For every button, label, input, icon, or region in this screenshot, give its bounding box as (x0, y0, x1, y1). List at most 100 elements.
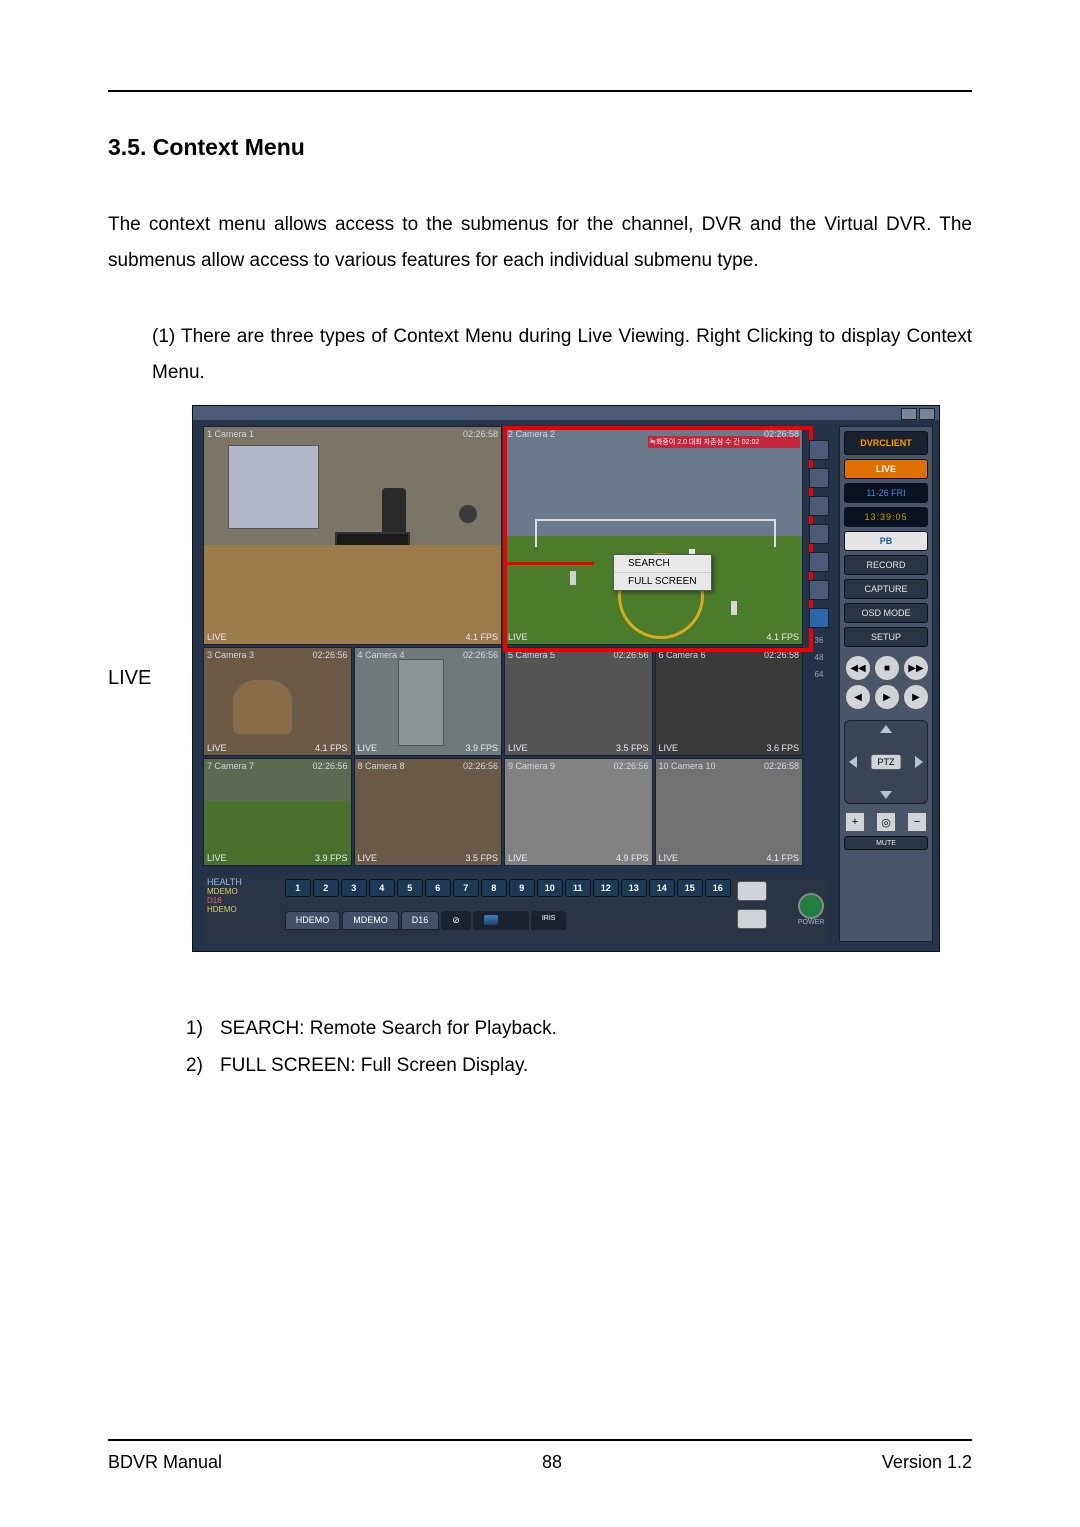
bottom-icons (733, 875, 793, 943)
camera-cell-5[interactable]: 5 Camera 502:26:56 LIVE3.5 FPS (504, 647, 653, 756)
channel-button[interactable]: 4 (369, 879, 395, 897)
camera-cell-7[interactable]: 7 Camera 702:26:56 LIVE3.9 FPS (203, 758, 352, 867)
channel-button[interactable]: 10 (537, 879, 563, 897)
ordered-item-1-number: (1) (152, 326, 175, 347)
channel-button[interactable]: 13 (621, 879, 647, 897)
focus-icon[interactable]: ◎ (876, 812, 896, 832)
time-display: 13:39:05 (844, 507, 928, 527)
iris-slider[interactable] (473, 911, 529, 930)
side-control-panel: DVRCLIENT LIVE 11-26 FRI 13:39:05 PB REC… (839, 426, 933, 942)
ordered-item-1: (1) There are three types of Context Men… (152, 319, 972, 391)
camera-cell-10[interactable]: 10 Camera 1002:26:58 LIVE4.1 FPS (655, 758, 804, 867)
layout-special-icon[interactable] (809, 608, 829, 628)
subitem-1-text: SEARCH: Remote Search for Playback. (220, 1010, 557, 1047)
playback-controls: ◀◀ ■ ▶▶ ◀ ▶ ▶ (845, 655, 927, 710)
keyboard-icon[interactable] (737, 909, 767, 929)
mute-button[interactable]: MUTE (844, 836, 928, 850)
page-footer: BDVR Manual 88 Version 1.2 (108, 1452, 972, 1473)
ptz-right-icon[interactable] (915, 756, 923, 768)
channel-button[interactable]: 6 (425, 879, 451, 897)
iris-label: IRIS (531, 911, 567, 930)
dvr-tab[interactable]: HDEMO (285, 911, 341, 930)
health-panel: HEALTH MDEMO D16 HDEMO (203, 875, 283, 943)
camera-cell-6[interactable]: 6 Camera 602:26:58 LIVE3.6 FPS (655, 647, 804, 756)
footer-right: Version 1.2 (882, 1452, 972, 1473)
annotation-arrow (504, 562, 594, 565)
ptz-down-icon[interactable] (880, 791, 892, 799)
channel-button[interactable]: 9 (509, 879, 535, 897)
stop-icon[interactable]: ■ (874, 655, 900, 681)
rewind-icon[interactable]: ◀ (845, 684, 871, 710)
channel-button[interactable]: 1 (285, 879, 311, 897)
date-display: 11-26 FRI (844, 483, 928, 503)
forward-icon[interactable]: ▶ (903, 684, 929, 710)
footer-page-number: 88 (542, 1452, 562, 1473)
channel-button[interactable]: 5 (397, 879, 423, 897)
channel-button[interactable]: 16 (705, 879, 731, 897)
power-indicator: POWER (793, 875, 829, 943)
layout-2x2-icon[interactable] (809, 468, 829, 488)
layout-sidebar: 36 48 64 (807, 426, 831, 880)
layout-1x1-icon[interactable] (809, 440, 829, 460)
channel-button[interactable]: 15 (677, 879, 703, 897)
dvr-tab[interactable]: MDEMO (342, 911, 399, 930)
sub-options-list: 1) SEARCH: Remote Search for Playback. 2… (186, 1010, 972, 1084)
play-icon[interactable]: ▶ (874, 684, 900, 710)
setup-button[interactable]: SETUP (844, 627, 928, 647)
channel-strip: 1 2 3 4 5 6 7 8 9 10 11 12 13 14 (285, 879, 731, 897)
dvr-tab[interactable]: D16 (401, 911, 440, 930)
intro-paragraph: The context menu allows access to the su… (108, 207, 972, 279)
subitem-2-index: 2) (186, 1047, 220, 1084)
channel-button[interactable]: 11 (565, 879, 591, 897)
record-button[interactable]: RECORD (844, 555, 928, 575)
subitem-2-text: FULL SCREEN: Full Screen Display. (220, 1047, 528, 1084)
app-logo: DVRCLIENT (844, 431, 928, 455)
channel-button[interactable]: 14 (649, 879, 675, 897)
next-icon[interactable]: ▶▶ (903, 655, 929, 681)
camera-cell-2[interactable]: 녹화중이 2.0 대회 자존심 수 간 02:02 2 Camera 2 02:… (504, 426, 803, 645)
channel-button[interactable]: 3 (341, 879, 367, 897)
layout-3x3-icon[interactable] (809, 496, 829, 516)
ordered-item-1-text: There are three types of Context Menu du… (152, 326, 972, 383)
footer-left: BDVR Manual (108, 1452, 222, 1473)
channel-button[interactable]: 7 (453, 879, 479, 897)
camera-cell-9[interactable]: 9 Camera 902:26:56 LIVE4.9 FPS (504, 758, 653, 867)
footer-rule (108, 1439, 972, 1441)
camera-grid: 1 Camera 1 02:26:58 LIVE 4.1 FPS 녹화중이 2.… (203, 426, 803, 866)
figure-label-live: LIVE (108, 667, 192, 690)
layout-4x4-icon[interactable] (809, 524, 829, 544)
close-icon[interactable] (919, 408, 935, 420)
channel-button[interactable]: 8 (481, 879, 507, 897)
zoom-in-icon[interactable]: + (845, 812, 865, 832)
layout-5x5-icon[interactable] (809, 552, 829, 572)
osd-mode-button[interactable]: OSD MODE (844, 603, 928, 623)
camera-cell-8[interactable]: 8 Camera 802:26:56 LIVE3.5 FPS (354, 758, 503, 867)
ptz-left-icon[interactable] (849, 756, 857, 768)
prev-icon[interactable]: ◀◀ (845, 655, 871, 681)
zoom-out-icon[interactable]: − (907, 812, 927, 832)
context-menu-search[interactable]: SEARCH (614, 555, 711, 573)
power-led-icon[interactable] (798, 893, 824, 919)
playback-button[interactable]: PB (844, 531, 928, 551)
no-record-icon: ⊘ (441, 911, 471, 930)
capture-button[interactable]: CAPTURE (844, 579, 928, 599)
camera-cell-1[interactable]: 1 Camera 1 02:26:58 LIVE 4.1 FPS (203, 426, 502, 645)
section-heading: 3.5. Context Menu (108, 134, 972, 161)
dvr-tabs: HDEMO MDEMO D16 ⊘ IRIS (285, 911, 731, 930)
ptz-label: PTZ (871, 754, 902, 770)
minimize-icon[interactable] (901, 408, 917, 420)
list-view-icon[interactable] (737, 881, 767, 901)
zoom-focus-controls: + ◎ − (845, 812, 927, 832)
camera-cell-4[interactable]: 4 Camera 402:26:56 LIVE3.9 FPS (354, 647, 503, 756)
window-titlebar (193, 406, 939, 420)
live-button[interactable]: LIVE (844, 459, 928, 479)
channel-button[interactable]: 12 (593, 879, 619, 897)
layout-6x6-icon[interactable] (809, 580, 829, 600)
camera-cell-3[interactable]: 3 Camera 302:26:56 LIVE4.1 FPS (203, 647, 352, 756)
channel-button[interactable]: 2 (313, 879, 339, 897)
subitem-1-index: 1) (186, 1010, 220, 1047)
context-menu: SEARCH FULL SCREEN (613, 554, 712, 591)
ptz-up-icon[interactable] (880, 725, 892, 733)
dvr-screenshot: 1 Camera 1 02:26:58 LIVE 4.1 FPS 녹화중이 2.… (192, 405, 940, 952)
context-menu-fullscreen[interactable]: FULL SCREEN (614, 573, 711, 590)
